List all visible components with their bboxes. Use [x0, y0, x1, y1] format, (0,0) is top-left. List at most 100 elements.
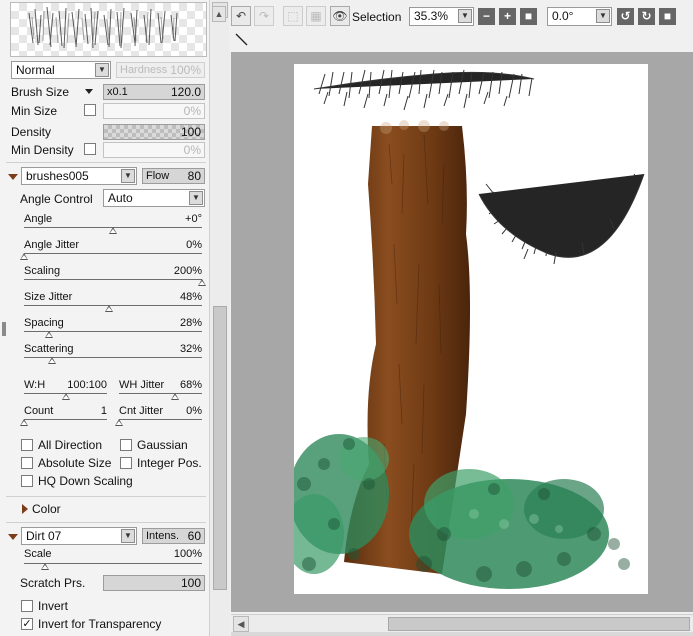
slider-thumb[interactable] — [115, 419, 123, 426]
absolute-size-checkbox[interactable] — [21, 457, 33, 469]
slider-track[interactable] — [119, 393, 202, 394]
panel-resize-handle[interactable] — [2, 322, 6, 336]
slider-thumb[interactable] — [20, 419, 28, 426]
scrollbar-thumb[interactable] — [213, 306, 227, 590]
slider-thumb[interactable] — [171, 393, 180, 400]
all-direction-checkbox[interactable] — [21, 439, 33, 451]
zoom-in-icon[interactable]: + — [499, 8, 516, 25]
rotation-reset-icon[interactable]: ■ — [659, 8, 676, 25]
slider-label: Angle Jitter — [24, 239, 80, 251]
hq-down-scaling-label: HQ Down Scaling — [38, 474, 133, 488]
chevron-down-icon: ▼ — [121, 529, 135, 543]
scratch-pressure-value: 100 — [180, 576, 201, 590]
slider-track[interactable] — [24, 253, 202, 254]
slider-thumb[interactable] — [198, 279, 206, 286]
zoom-out-icon[interactable]: − — [478, 8, 495, 25]
slider-label: Angle — [24, 213, 53, 225]
scratch-pressure-label: Scratch Prs. — [20, 576, 86, 590]
eye-icon[interactable]: 👁 — [330, 6, 350, 26]
rotate-right-icon[interactable]: ↻ — [638, 8, 655, 25]
invert-transparency-checkbox[interactable]: ✓ — [21, 618, 33, 630]
invert-label: Invert — [38, 599, 69, 613]
hardness-value: 100% — [170, 63, 201, 77]
chevron-down-icon: ▼ — [95, 63, 109, 77]
density-field[interactable]: 100 — [103, 124, 205, 140]
intensity-field[interactable]: Intens. 60 — [142, 528, 205, 544]
size-dropdown-icon[interactable] — [85, 89, 93, 94]
slider-value: 0% — [186, 239, 202, 251]
min-density-label: Min Density — [11, 143, 74, 157]
flow-label: Flow — [146, 170, 170, 182]
slider-value: 100:100 — [67, 379, 107, 391]
slider-thumb[interactable] — [109, 227, 117, 234]
min-density-checkbox[interactable] — [84, 143, 96, 155]
brush-texture-select[interactable]: brushes005 ▼ — [21, 167, 137, 185]
divider — [6, 162, 206, 163]
deselect-icon[interactable]: ⬚ — [283, 6, 303, 26]
angle-control-value: Auto — [108, 191, 133, 205]
invert-selection-icon[interactable]: ▦ — [306, 6, 326, 26]
slider-value: 28% — [179, 317, 202, 329]
integer-pos-checkbox[interactable] — [120, 457, 132, 469]
brush-stroke-preview — [28, 6, 178, 49]
slider-track[interactable] — [119, 419, 202, 420]
scroll-left-icon[interactable]: ◀ — [233, 616, 249, 632]
ink-scribble-right — [478, 173, 645, 265]
color-section-toggle[interactable]: Color — [32, 502, 61, 516]
slider-track[interactable] — [24, 279, 202, 280]
blend-mode-select[interactable]: Normal ▼ — [11, 61, 111, 79]
density-value: 100 — [180, 125, 201, 139]
rotate-left-icon[interactable]: ↺ — [617, 8, 634, 25]
bottom-tab-strip — [231, 632, 693, 636]
slider-label: Size Jitter — [24, 291, 73, 303]
slider-thumb[interactable] — [44, 331, 53, 338]
effect-texture-value: Dirt 07 — [26, 529, 62, 543]
foliage-right — [409, 469, 630, 589]
undo-icon[interactable]: ↶ — [231, 6, 251, 26]
gaussian-checkbox[interactable] — [120, 439, 132, 451]
slider-value: 32% — [179, 343, 202, 355]
effect-texture-select[interactable]: Dirt 07 ▼ — [21, 527, 137, 545]
hq-down-scaling-checkbox[interactable] — [21, 475, 33, 487]
panel-collapse-button[interactable]: ▲ — [212, 6, 226, 22]
selection-label: Selection — [352, 10, 402, 24]
slider-label: Scattering — [24, 343, 74, 355]
blend-mode-value: Normal — [16, 63, 55, 77]
gaussian-label: Gaussian — [137, 438, 188, 452]
min-density-field[interactable]: 0% — [103, 142, 205, 158]
absolute-size-label: Absolute Size — [38, 456, 112, 470]
drawing-canvas[interactable] — [284, 64, 648, 594]
zoom-select[interactable]: 35.3% ▼ — [409, 7, 474, 26]
slider-thumb[interactable] — [61, 393, 70, 400]
slider-thumb[interactable] — [48, 357, 57, 364]
zoom-reset-icon[interactable]: ■ — [520, 8, 537, 25]
slider-label: Scaling — [24, 265, 61, 277]
brush-size-field[interactable]: x0.1 120.0 — [103, 84, 205, 100]
chevron-down-icon: ▼ — [458, 9, 472, 23]
collapse-triangle-icon[interactable] — [8, 174, 18, 180]
canvas-horizontal-scrollbar[interactable]: ◀ — [231, 614, 693, 633]
brush-size-value: 120.0 — [170, 85, 201, 99]
scale-slider-thumb[interactable] — [41, 563, 50, 570]
scale-slider-track[interactable] — [24, 563, 202, 564]
min-size-checkbox[interactable] — [84, 104, 96, 116]
panel-scrollbar[interactable]: ▲ — [209, 0, 230, 636]
slider-thumb[interactable] — [20, 253, 28, 260]
hscrollbar-thumb[interactable] — [388, 617, 690, 631]
min-size-field[interactable]: 0% — [103, 103, 205, 119]
collapse-triangle-icon[interactable] — [8, 534, 18, 540]
expand-triangle-icon[interactable] — [22, 504, 28, 514]
line-tool-icon[interactable] — [231, 30, 251, 48]
rotation-select[interactable]: 0.0° ▼ — [547, 7, 612, 26]
redo-icon[interactable]: ↷ — [254, 6, 274, 26]
flow-field[interactable]: Flow 80 — [142, 168, 205, 184]
invert-checkbox[interactable] — [21, 600, 33, 612]
collapse-up-icon: ▲ — [212, 6, 226, 22]
min-size-value: 0% — [183, 104, 201, 118]
chevron-down-icon: ▼ — [596, 9, 610, 23]
canvas-toolbar: ↶ ↷ ⬚ ▦ 👁 Selection 35.3% ▼ − + ■ 0.0° ▼… — [229, 0, 693, 50]
slider-thumb[interactable] — [105, 305, 114, 312]
slider-track[interactable] — [24, 419, 107, 420]
angle-control-select[interactable]: Auto ▼ — [103, 189, 205, 207]
scratch-pressure-field[interactable]: 100 — [103, 575, 205, 591]
